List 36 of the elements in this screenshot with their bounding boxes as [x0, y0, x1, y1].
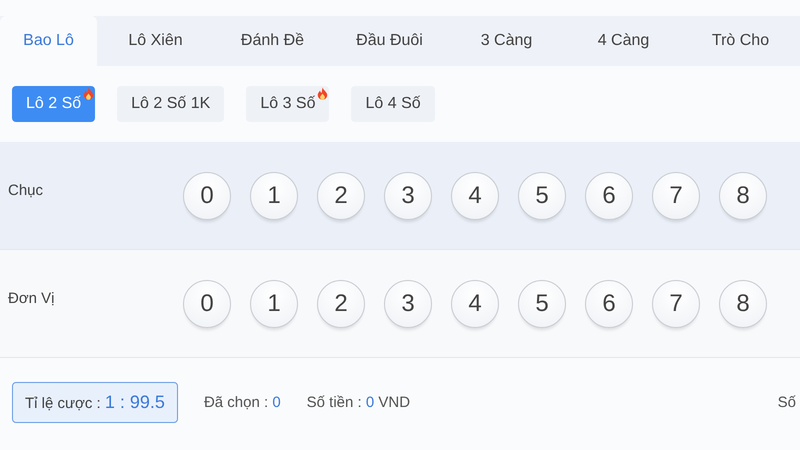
- flame-icon: [83, 87, 94, 100]
- number-ball[interactable]: 6: [585, 172, 633, 220]
- number-ball[interactable]: 4: [451, 280, 499, 328]
- game-tab[interactable]: 4 Càng: [565, 16, 682, 66]
- row-label: Chục: [7, 182, 44, 199]
- number-ball[interactable]: 3: [384, 280, 432, 328]
- number-ball[interactable]: 0: [183, 280, 231, 328]
- number-ball[interactable]: 0: [183, 172, 231, 220]
- bet-type-tab[interactable]: Lô 3 Số: [246, 86, 330, 122]
- game-tab[interactable]: Đánh Đề: [214, 16, 331, 66]
- number-ball[interactable]: 2: [317, 280, 365, 328]
- number-ball[interactable]: 7: [652, 172, 700, 220]
- bet-type-tab[interactable]: Lô 4 Số: [351, 86, 435, 122]
- row-label: Đơn Vị: [7, 290, 56, 307]
- number-ball[interactable]: 6: [585, 280, 633, 328]
- number-ball[interactable]: 5: [518, 280, 566, 328]
- number-ball[interactable]: 8: [719, 280, 767, 328]
- number-ball[interactable]: 1: [250, 280, 298, 328]
- number-ball[interactable]: 3: [384, 172, 432, 220]
- amount-text: Số tiền : 0 VND: [306, 394, 410, 411]
- selected-count: Đã chọn : 0: [204, 394, 281, 411]
- number-ball[interactable]: 7: [652, 280, 700, 328]
- footer-label: Số: [778, 394, 796, 411]
- odds-display: Tỉ lệ cược : 1 : 99.5: [12, 382, 178, 423]
- number-ball[interactable]: 1: [250, 172, 298, 220]
- game-tab[interactable]: Đầu Đuôi: [331, 16, 448, 66]
- number-ball[interactable]: 2: [317, 172, 365, 220]
- game-tab[interactable]: Bao Lô: [0, 16, 97, 66]
- game-tab[interactable]: Trò Cho: [682, 16, 799, 66]
- flame-icon: [317, 87, 328, 100]
- number-ball[interactable]: 5: [518, 172, 566, 220]
- number-ball[interactable]: 4: [451, 172, 499, 220]
- game-tab[interactable]: Lô Xiên: [97, 16, 214, 66]
- number-ball[interactable]: 8: [719, 172, 767, 220]
- game-tab[interactable]: 3 Càng: [448, 16, 565, 66]
- bet-type-tab[interactable]: Lô 2 Số 1K: [117, 86, 224, 122]
